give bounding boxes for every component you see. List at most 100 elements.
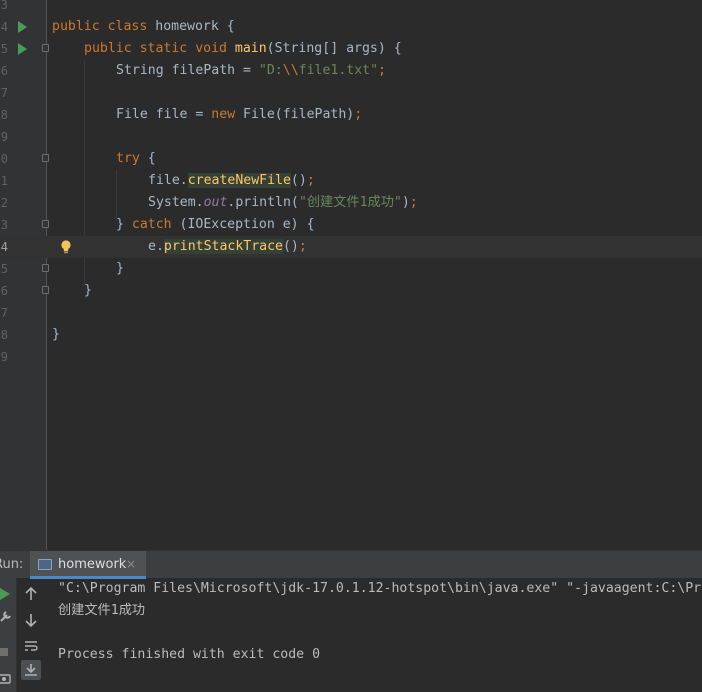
keyword: void [195, 41, 227, 56]
console-line-command: "C:\Program Files\Microsoft\jdk-17.0.1.1… [58, 581, 702, 596]
class-name: homework [155, 19, 219, 34]
code-text[interactable]: File file = new File(filePath); [116, 104, 362, 126]
keyword: class [107, 19, 148, 34]
semicolon: ; [306, 173, 315, 188]
soft-wrap-icon[interactable] [21, 636, 41, 656]
method-call-highlighted: printStackTrace [163, 239, 283, 254]
code-line-current[interactable]: 4 e.printStackTrace(); [0, 236, 702, 258]
line-number: 3 [0, 218, 8, 232]
code-line[interactable]: 5 } [0, 258, 702, 280]
line-number: 0 [0, 152, 8, 166]
code-line[interactable]: 5 public static void main(String[] args)… [0, 38, 702, 60]
line-number: 4 [0, 240, 8, 254]
code-text[interactable]: } [52, 324, 60, 346]
escape-sequence: \\ [282, 63, 299, 78]
string-literal: "创建文件1成功" [298, 195, 402, 210]
code-line[interactable]: 6 String filePath = "D:\\file1.txt"; [0, 60, 702, 82]
fold-marker-icon[interactable] [42, 264, 49, 272]
code-editor[interactable]: 3 4 public class homework { 5 public sta… [0, 0, 702, 550]
fold-marker-icon[interactable] [42, 286, 49, 294]
stop-icon[interactable] [0, 642, 14, 662]
punctuation: { [226, 19, 235, 34]
arrow-down-icon[interactable] [21, 610, 41, 630]
scroll-to-end-icon[interactable] [21, 660, 41, 680]
semicolon: ; [409, 195, 418, 210]
line-number: 7 [0, 86, 8, 100]
camera-icon[interactable] [0, 668, 14, 688]
code-line[interactable]: 1 file.createNewFile(); [0, 170, 702, 192]
keyword: public [52, 19, 100, 34]
fold-marker-icon[interactable] [42, 154, 49, 162]
keyword: public [84, 41, 132, 56]
code-line[interactable]: 3 [0, 0, 702, 16]
code-fragment: file. [148, 173, 188, 188]
code-line[interactable]: 6 } [0, 280, 702, 302]
line-number: 6 [0, 284, 8, 298]
fold-marker-icon[interactable] [42, 44, 49, 52]
line-number: 6 [0, 64, 8, 78]
code-line[interactable]: 7 [0, 302, 702, 324]
code-text[interactable]: System.out.println("创建文件1成功"); [148, 192, 418, 214]
code-fragment: () [282, 239, 299, 254]
run-tool-window[interactable]: Run: homework × "C:\Program Files\Micros… [0, 550, 702, 692]
code-line[interactable]: 2 System.out.println("创建文件1成功"); [0, 192, 702, 214]
static-field: out [203, 195, 228, 210]
line-number: 8 [0, 108, 8, 122]
code-fragment: System. [148, 195, 204, 210]
method-call-highlighted: createNewFile [187, 173, 291, 188]
code-fragment: e. [148, 239, 164, 254]
code-text[interactable]: } [116, 258, 124, 280]
run-tab-label: homework [58, 557, 127, 572]
code-fragment: File(filePath) [235, 107, 355, 122]
code-fragment: { [139, 151, 156, 166]
fold-marker-icon[interactable] [42, 220, 49, 228]
line-number: 9 [0, 350, 8, 364]
rerun-icon[interactable] [0, 584, 14, 604]
keyword: static [139, 41, 188, 56]
code-text[interactable]: } [84, 280, 92, 302]
line-number: 3 [0, 0, 8, 12]
console-line-exit: Process finished with exit code 0 [58, 647, 321, 662]
code-text[interactable]: try { [116, 148, 156, 170]
code-line[interactable]: 9 [0, 126, 702, 148]
run-configuration-icon [38, 559, 52, 570]
line-number: 4 [0, 20, 8, 34]
line-number: 5 [0, 262, 8, 276]
wrench-icon[interactable] [0, 608, 14, 628]
code-text[interactable]: file.createNewFile(); [148, 170, 315, 192]
code-line[interactable]: 3 } catch (IOException e) { [0, 214, 702, 236]
line-number: 9 [0, 130, 8, 144]
method-name: main [234, 41, 267, 56]
code-fragment: } [116, 217, 132, 232]
intention-bulb-icon[interactable] [60, 239, 72, 255]
semicolon: ; [378, 63, 386, 78]
code-fragment: .println( [227, 195, 299, 210]
semicolon: ; [354, 107, 363, 122]
code-fragment: File file = [116, 107, 212, 122]
code-text[interactable]: } catch (IOException e) { [116, 214, 315, 236]
arrow-up-icon[interactable] [21, 584, 41, 604]
code-line[interactable]: 4 public class homework { [0, 16, 702, 38]
string-literal: "D: [258, 63, 283, 78]
code-line[interactable]: 7 [0, 82, 702, 104]
close-tab-icon[interactable]: × [126, 551, 136, 578]
code-text[interactable]: String filePath = "D:\\file1.txt"; [116, 60, 386, 82]
line-number: 7 [0, 306, 8, 320]
run-label: Run: [0, 557, 24, 572]
code-text[interactable]: public class homework { [52, 16, 235, 38]
run-tab-homework[interactable]: homework × [30, 551, 146, 579]
code-line[interactable]: 9 [0, 346, 702, 368]
string-literal: file1.txt" [298, 63, 379, 78]
code-line[interactable]: 8 File file = new File(filePath); [0, 104, 702, 126]
run-header: Run: homework × [0, 550, 702, 579]
code-line[interactable]: 8 } [0, 324, 702, 346]
code-line[interactable]: 0 try { [0, 148, 702, 170]
line-number: 8 [0, 328, 8, 342]
run-gutter-icon[interactable] [18, 21, 27, 33]
code-text[interactable]: public static void main(String[] args) { [84, 38, 402, 60]
line-number: 2 [0, 196, 8, 210]
run-gutter-icon[interactable] [18, 43, 27, 55]
code-fragment: String filePath = [116, 63, 259, 78]
code-fragment: (String[] args) { [266, 41, 402, 56]
code-text[interactable]: e.printStackTrace(); [148, 236, 307, 258]
